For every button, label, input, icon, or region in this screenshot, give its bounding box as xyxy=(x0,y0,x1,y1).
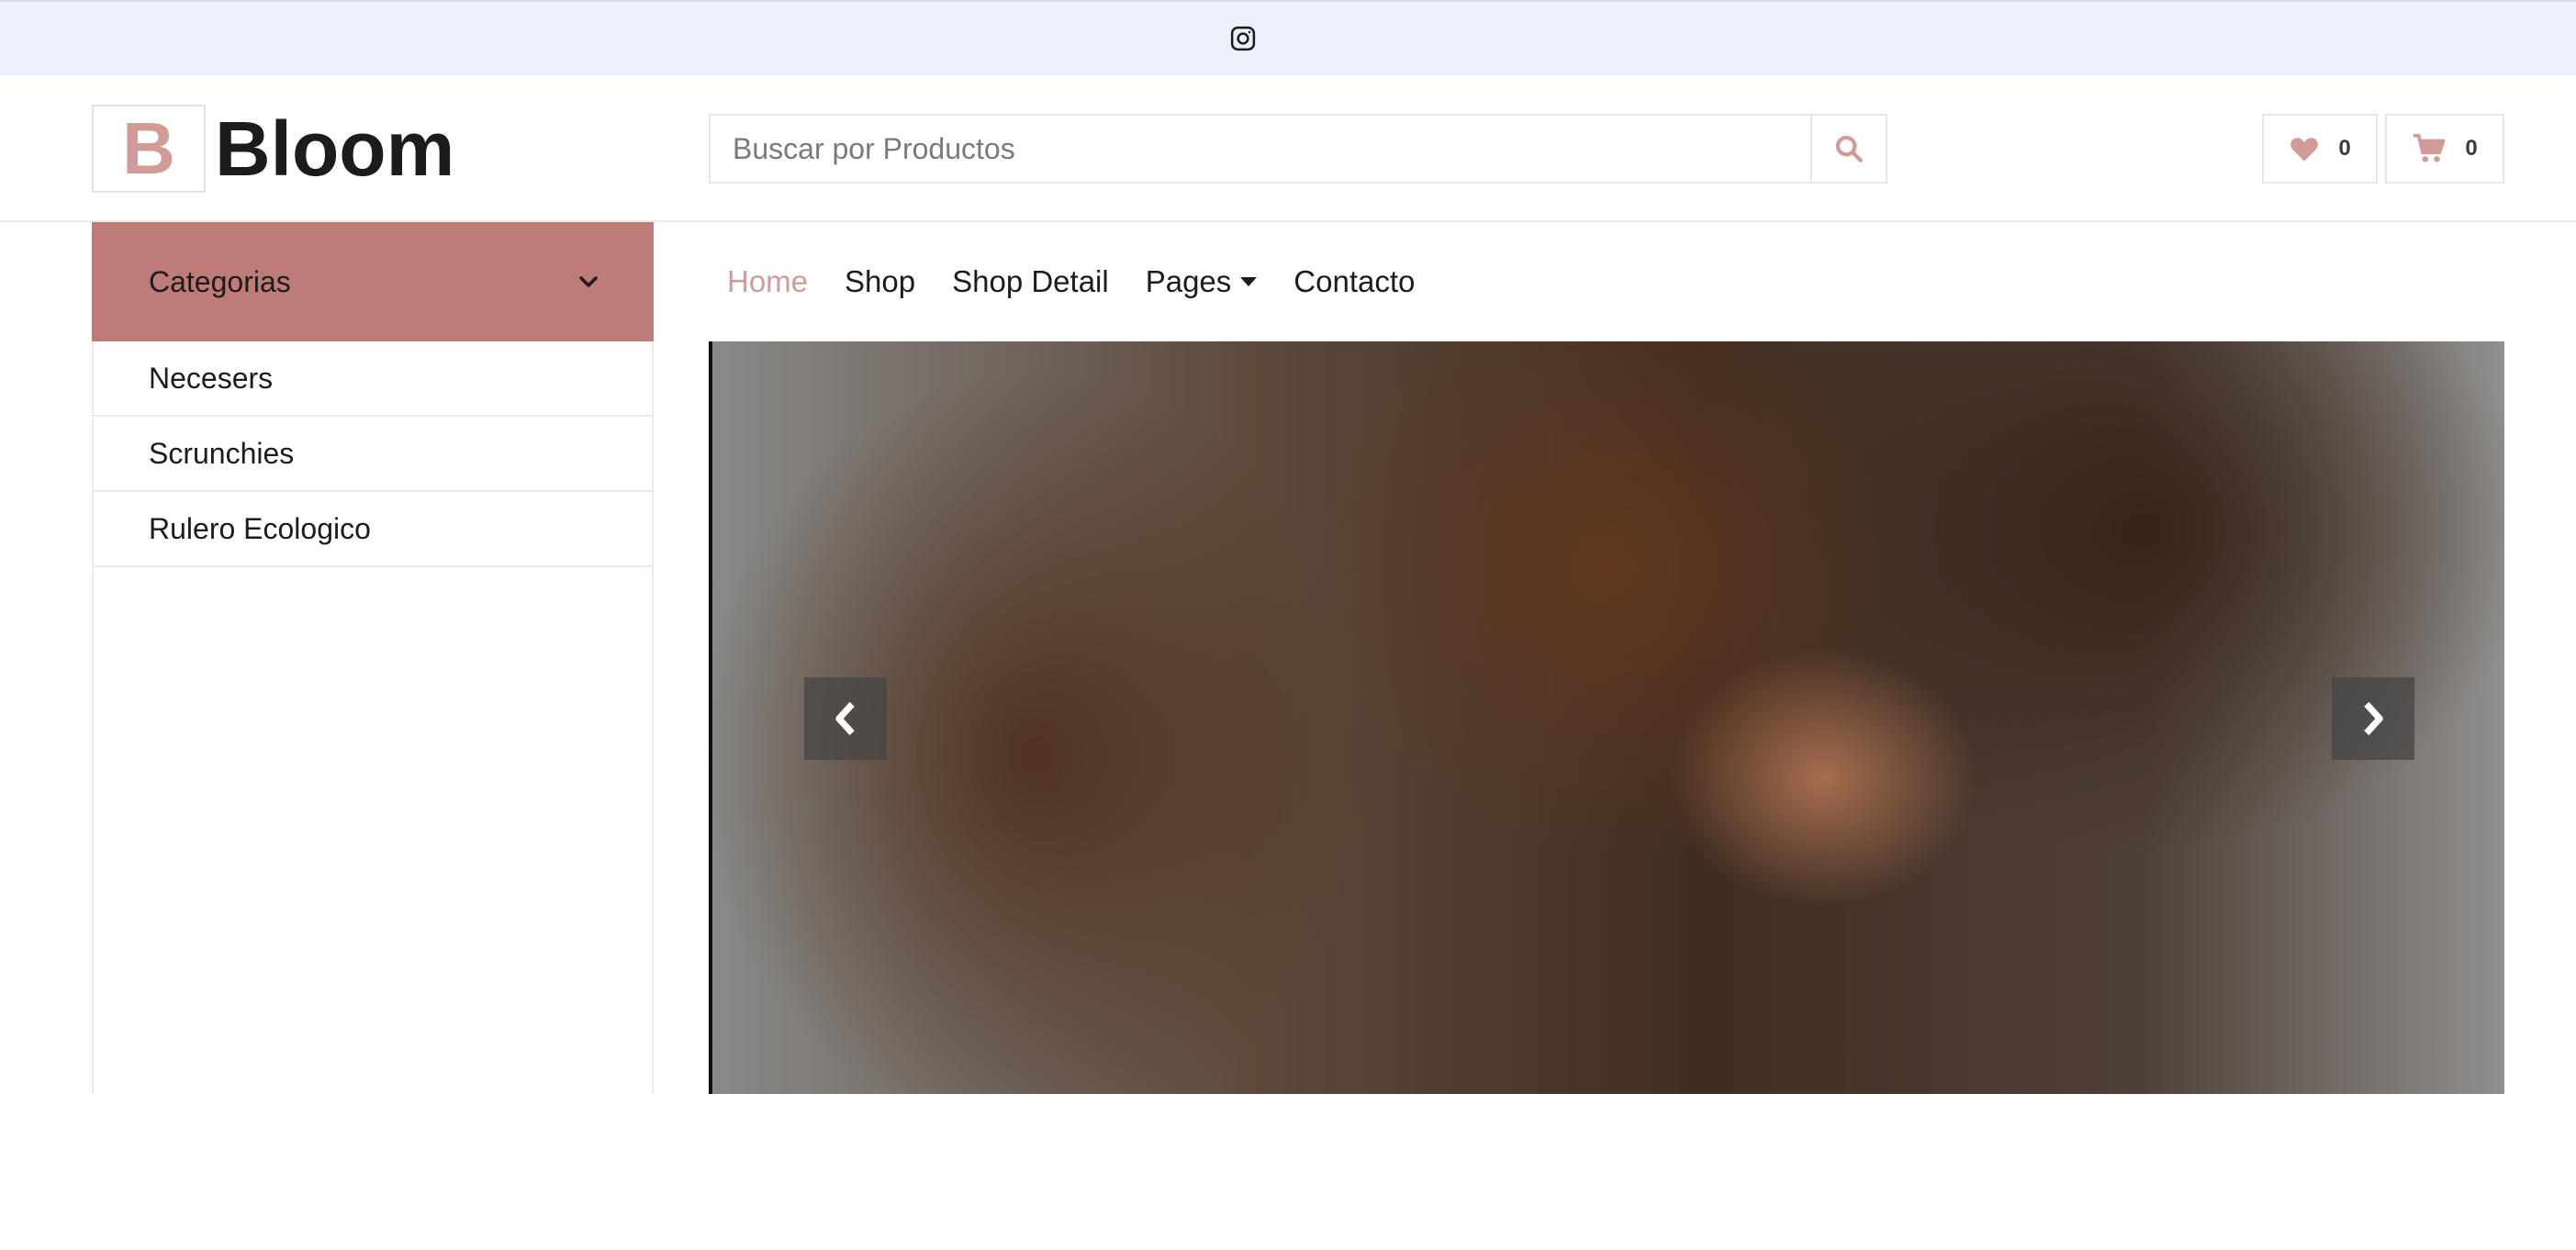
chevron-left-icon xyxy=(835,701,855,736)
category-item-necesers[interactable]: Necesers xyxy=(94,341,652,417)
search-input[interactable] xyxy=(711,116,1810,182)
logo-mark[interactable]: B xyxy=(92,105,206,193)
chevron-down-icon xyxy=(579,276,598,287)
categories-toggle[interactable]: Categorias xyxy=(92,222,654,341)
categories-label: Categorias xyxy=(149,264,291,298)
category-item-rulero-ecologico[interactable]: Rulero Ecologico xyxy=(94,492,652,567)
categories-list: Necesers Scrunchies Rulero Ecologico xyxy=(92,341,654,1094)
nav-home[interactable]: Home xyxy=(709,264,826,299)
hero-image xyxy=(712,341,2504,1094)
wishlist-count: 0 xyxy=(2338,136,2351,161)
carousel-prev-button[interactable] xyxy=(804,677,887,760)
logo-letter: B xyxy=(122,107,175,189)
category-label: Rulero Ecologico xyxy=(149,511,371,545)
nav-shop-detail[interactable]: Shop Detail xyxy=(934,264,1127,299)
category-label: Necesers xyxy=(149,361,274,395)
top-bar xyxy=(0,0,2576,75)
cart-count: 0 xyxy=(2465,136,2478,161)
chevron-right-icon xyxy=(2364,701,2383,736)
search-icon xyxy=(1835,135,1863,162)
category-label: Scrunchies xyxy=(149,436,295,470)
nav-pages-dropdown[interactable]: Pages xyxy=(1127,264,1276,299)
hero-carousel xyxy=(709,341,2504,1094)
cart-icon xyxy=(2414,133,2446,162)
logo-text[interactable]: Bloom xyxy=(215,103,454,195)
heart-icon xyxy=(2290,138,2319,162)
wishlist-button[interactable]: 0 xyxy=(2262,114,2378,184)
search-button[interactable] xyxy=(1810,116,1886,182)
instagram-icon[interactable] xyxy=(1228,24,1258,53)
caret-down-icon xyxy=(1240,277,1258,286)
nav-contacto[interactable]: Contacto xyxy=(1275,264,1433,299)
carousel-next-button[interactable] xyxy=(2332,677,2414,760)
search-bar xyxy=(709,114,1887,184)
nav-shop[interactable]: Shop xyxy=(826,264,934,299)
main-nav: Home Shop Shop Detail Pages Contacto xyxy=(709,240,1433,323)
site-header: B Bloom 0 0 xyxy=(0,75,2576,222)
cart-button[interactable]: 0 xyxy=(2385,114,2504,184)
nav-pages-label: Pages xyxy=(1145,264,1232,298)
category-item-scrunchies[interactable]: Scrunchies xyxy=(94,417,652,492)
